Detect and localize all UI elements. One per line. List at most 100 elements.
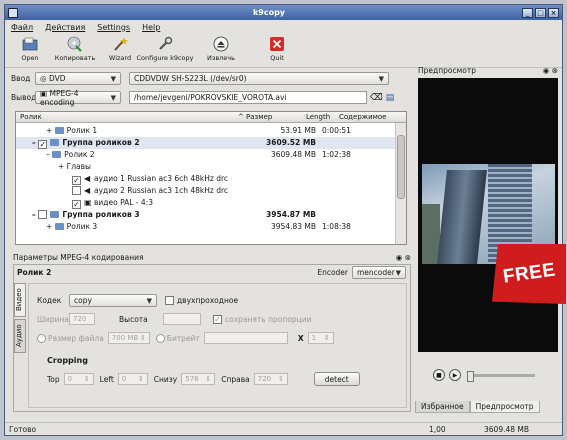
menu-help[interactable]: Help xyxy=(142,23,160,32)
float-icon[interactable]: ◉ xyxy=(543,66,550,75)
open-icon xyxy=(21,35,39,53)
params-panel: Ролик 2 Encoder mencoder ▼ Видео Аудио Ко… xyxy=(13,264,411,412)
maximize-button[interactable]: □ xyxy=(535,7,546,18)
clear-icon[interactable]: ⌫ xyxy=(370,93,383,103)
filesize-input[interactable]: 700 MB ⇕ xyxy=(107,332,150,344)
tab-audio[interactable]: Аудио xyxy=(14,319,26,353)
status-size: 3609.48 MB xyxy=(484,424,530,434)
audio-icon: ◀ xyxy=(84,186,91,195)
tree-row[interactable]: – Ролик 2 3609.48 MB 1:02:38 xyxy=(16,149,396,161)
input-label: Ввод xyxy=(11,74,31,83)
spinner-icon: ⇕ xyxy=(139,334,146,342)
height-input[interactable] xyxy=(163,313,201,325)
bottom-input[interactable]: 576 ⇕ xyxy=(181,373,216,385)
bottom-label: Снизу xyxy=(153,374,178,384)
float-icon[interactable]: ◉ xyxy=(396,253,403,262)
input-row: Ввод ◎ DVD ▼ CDDVDW SH-S223L (/dev/sr0) … xyxy=(11,72,389,85)
output-path-field[interactable]: /home/jevgeni/POKROVSKIE_VOROTA.avi xyxy=(129,91,367,104)
eject-icon xyxy=(212,35,230,53)
filesize-radio[interactable] xyxy=(37,333,46,343)
wizard-button[interactable]: Wizard xyxy=(101,34,139,62)
wizard-icon xyxy=(111,35,129,53)
output-format-select[interactable]: ▣ MPEG-4 encoding ▼ xyxy=(35,89,121,107)
twopass-checkbox[interactable] xyxy=(165,296,174,305)
header-title[interactable]: Ролик xyxy=(20,113,42,121)
tree-row[interactable]: + Ролик 1 53.91 MB 0:00:51 xyxy=(16,125,396,137)
tree-row[interactable]: ✓ ◀ аудио 1 Russian ac3 6ch 48kHz drc xyxy=(16,173,396,185)
main-window: k9copy _ □ × Файл Действия Settings Help… xyxy=(4,4,563,436)
checkbox-checked[interactable]: ✓ xyxy=(38,140,48,149)
output-label: Вывод xyxy=(11,93,37,102)
header-content[interactable]: Содержимое xyxy=(339,113,387,121)
sort-up-icon: ^ xyxy=(238,113,244,121)
preview-tabs: Избранное Предпросмотр xyxy=(415,401,540,413)
header-length[interactable]: Length xyxy=(306,113,330,121)
params-panel-title: Параметры MPEG-4 кодирования xyxy=(13,253,144,262)
tree-row[interactable]: – Группа роликов 3 3954.87 MB xyxy=(16,209,396,221)
tree-row[interactable]: ◀ аудио 2 Russian ac3 1ch 48kHz drc xyxy=(16,185,396,197)
checkbox-checked[interactable]: ✓ xyxy=(72,176,81,185)
keep-ratio-checkbox[interactable]: ✓ xyxy=(213,314,222,324)
tree-row[interactable]: + Ролик 3 3954.83 MB 1:08:38 xyxy=(16,221,396,233)
open-button[interactable]: Open xyxy=(11,34,49,62)
encoder-select[interactable]: mencoder ▼ xyxy=(352,266,406,279)
close-panel-icon[interactable]: ⊗ xyxy=(552,66,558,75)
close-panel-icon[interactable]: ⊗ xyxy=(405,253,411,262)
bitrate-radio[interactable] xyxy=(155,333,165,343)
tree-row[interactable]: – ✓ Группа роликов 2 3609.52 MB xyxy=(16,137,396,149)
tree-scrollbar[interactable] xyxy=(395,123,406,244)
params-panel-header: Параметры MPEG-4 кодирования ◉ ⊗ xyxy=(13,252,411,263)
folder-icon xyxy=(50,211,60,218)
scrollbar-thumb[interactable] xyxy=(397,135,405,199)
stop-icon[interactable]: ■ xyxy=(433,369,445,381)
header-size[interactable]: Размер xyxy=(246,113,272,121)
checkbox-unchecked[interactable] xyxy=(38,210,48,219)
playback-slider[interactable] xyxy=(467,370,535,382)
menu-actions[interactable]: Действия xyxy=(45,23,85,32)
minimize-button[interactable]: _ xyxy=(522,7,533,18)
tree-row[interactable]: + Главы xyxy=(16,161,396,173)
width-label: Ширина xyxy=(37,314,70,324)
app-icon[interactable] xyxy=(8,7,18,18)
right-input[interactable]: 720 ⇕ xyxy=(253,373,288,385)
spinner-icon: ⇕ xyxy=(277,375,284,383)
play-icon[interactable]: ▶ xyxy=(449,369,461,381)
configure-icon xyxy=(156,35,174,53)
cropping-title: Cropping xyxy=(47,356,88,365)
tab-favorites[interactable]: Избранное xyxy=(415,401,470,413)
left-input[interactable]: 0 ⇕ xyxy=(117,373,148,385)
x-input[interactable]: 1 ⇕ xyxy=(307,332,334,344)
window-title: k9copy xyxy=(252,8,286,17)
status-ratio: 1,00 xyxy=(429,424,446,434)
codec-select[interactable]: copy ▼ xyxy=(69,294,157,307)
top-input[interactable]: 0 ⇕ xyxy=(63,373,94,385)
close-window-button[interactable]: × xyxy=(548,7,559,18)
input-device-select[interactable]: CDDVDW SH-S223L (/dev/sr0) ▼ xyxy=(129,72,389,85)
encoder-label: Encoder xyxy=(317,268,348,277)
save-folder-icon[interactable]: ▤ xyxy=(386,93,395,103)
folder-icon xyxy=(52,151,62,158)
expander-icon: + xyxy=(46,126,55,135)
bitrate-input[interactable] xyxy=(203,332,288,344)
tab-preview[interactable]: Предпросмотр xyxy=(469,401,540,413)
menu-settings[interactable]: Settings xyxy=(97,23,130,32)
spinner-icon: ⇕ xyxy=(137,375,144,383)
spinner-icon: ⇕ xyxy=(83,375,90,383)
checkbox-checked[interactable]: ✓ xyxy=(72,200,81,209)
width-input[interactable]: 720 xyxy=(69,313,95,325)
copy-button[interactable]: Копировать xyxy=(55,34,95,62)
expander-icon: + xyxy=(58,162,67,171)
disc-icon: ◎ xyxy=(40,74,49,83)
configure-button[interactable]: Configure k9copy xyxy=(137,34,194,62)
tree-row[interactable]: ✓ ▣ видео PAL - 4:3 xyxy=(16,197,396,209)
detect-button[interactable]: detect xyxy=(313,372,360,386)
tab-video[interactable]: Видео xyxy=(14,283,26,317)
encoder-row: Encoder mencoder ▼ xyxy=(317,266,406,279)
input-source-select[interactable]: ◎ DVD ▼ xyxy=(35,72,121,85)
eject-button[interactable]: Извлечь xyxy=(191,34,251,62)
menu-file[interactable]: Файл xyxy=(11,23,33,32)
preview-video-area xyxy=(418,78,558,352)
checkbox-unchecked[interactable] xyxy=(72,186,81,195)
chevron-down-icon: ▼ xyxy=(378,74,384,83)
quit-button[interactable]: Quit xyxy=(258,34,296,62)
